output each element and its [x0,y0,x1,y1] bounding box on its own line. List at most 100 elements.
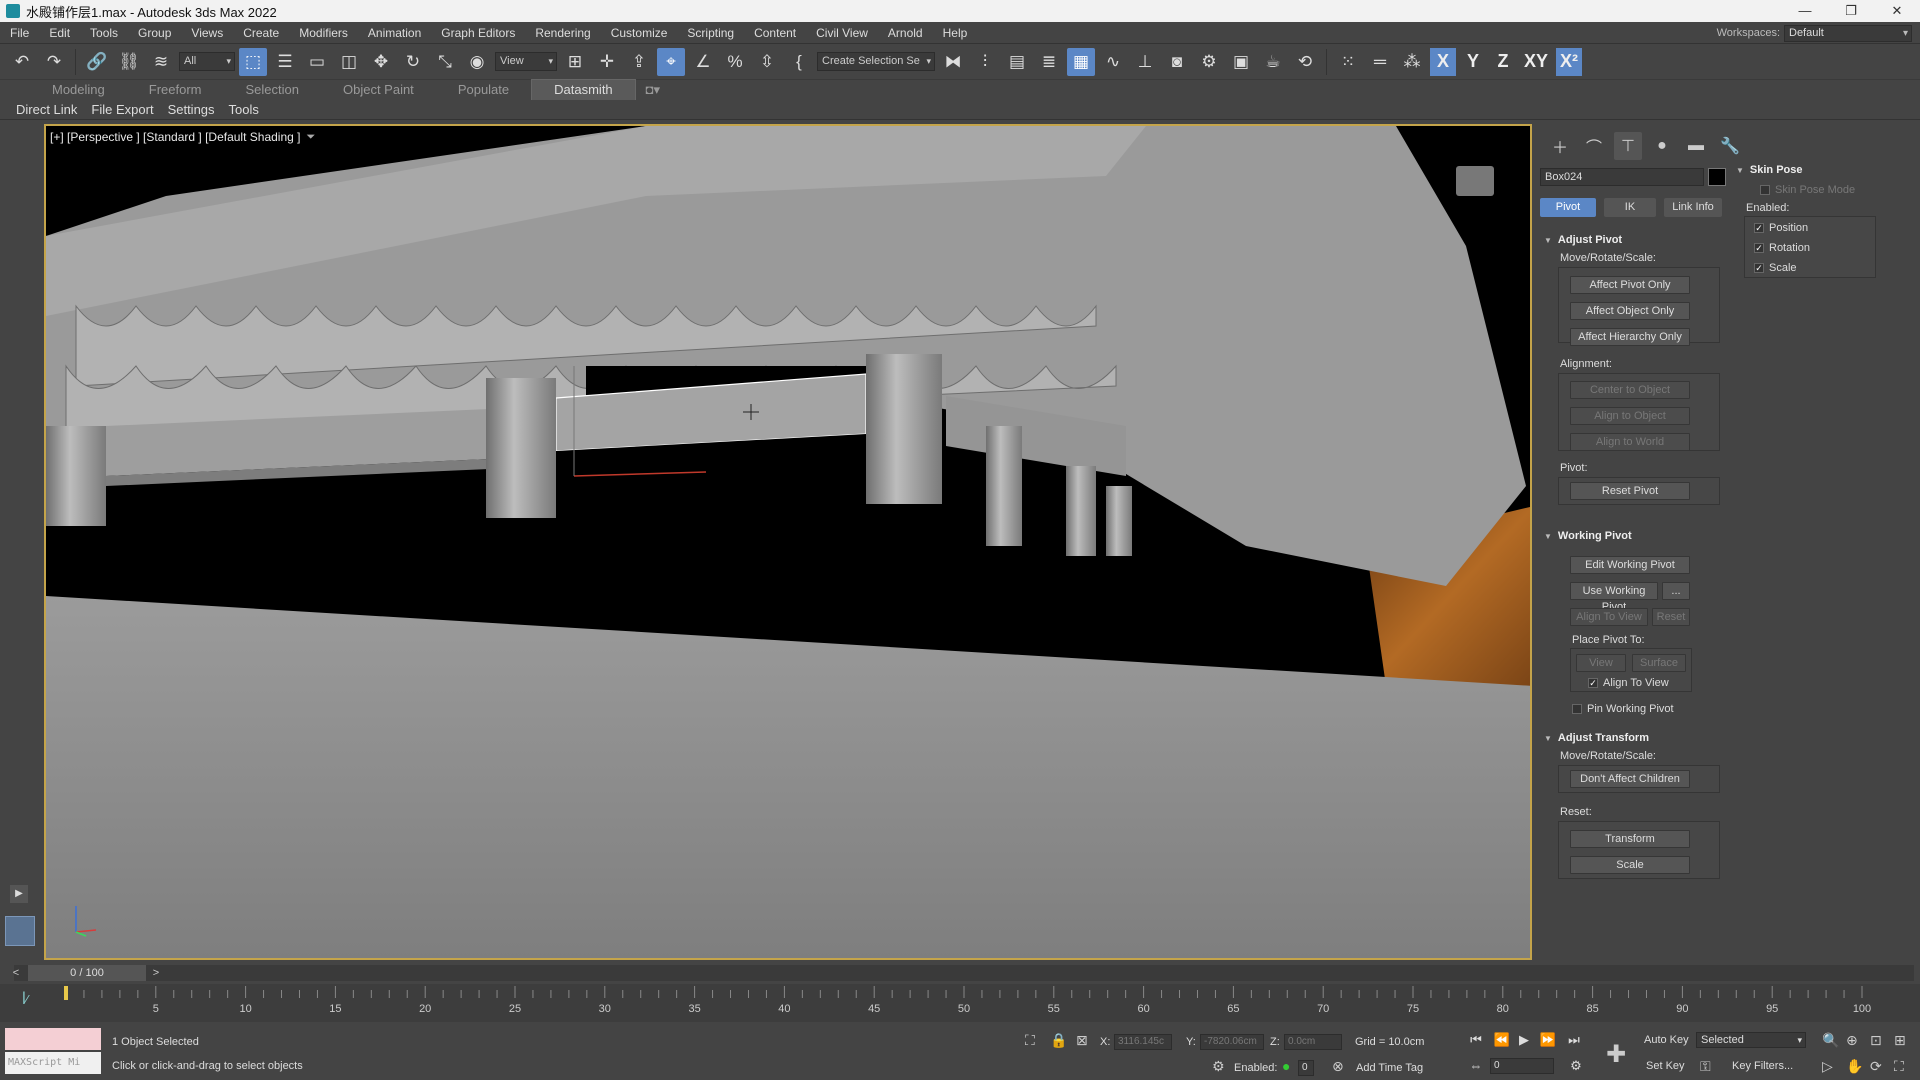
rotate-icon[interactable]: ↻ [399,48,427,76]
menu-civil-view[interactable]: Civil View [806,22,878,44]
x-coord-field[interactable]: 3116.145c [1114,1034,1172,1050]
use-working-pivot-button[interactable]: Use Working Pivot [1570,582,1658,613]
current-frame-field[interactable]: 0 [1490,1058,1554,1074]
measure-icon[interactable]: ═ [1366,48,1394,76]
key-mode-dropdown[interactable]: Selected [1696,1032,1806,1048]
hierarchy-panel-icon[interactable]: ⊤ [1614,132,1642,160]
place-icon[interactable]: ◉ [463,48,491,76]
position-checkbox[interactable]: ✓ Position [1754,222,1808,234]
selection-region-icon[interactable]: ⁙ [1334,48,1362,76]
go-to-end-icon[interactable]: ⏭ [1564,1032,1584,1048]
align-to-world-button[interactable]: Align to World [1570,433,1690,451]
menu-arnold[interactable]: Arnold [878,22,933,44]
viewport-layout-thumbnail[interactable] [5,916,35,946]
previous-frame-icon[interactable]: < [10,965,22,981]
object-color-swatch[interactable] [1708,168,1726,186]
align-to-object-button[interactable]: Align to Object [1570,407,1690,425]
menu-help[interactable]: Help [933,22,978,44]
named-selection-dropdown[interactable]: Create Selection Se [817,52,935,71]
menu-edit[interactable]: Edit [39,22,80,44]
edit-working-pivot-button[interactable]: Edit Working Pivot [1570,556,1690,574]
play-icon[interactable]: ▶ [1514,1032,1534,1048]
rectangular-selection-icon[interactable]: ▭ [303,48,331,76]
render-setup-icon[interactable]: ⚙ [1195,48,1223,76]
modify-panel-icon[interactable]: ⌒ [1580,132,1608,160]
menu-views[interactable]: Views [181,22,233,44]
place-view-button[interactable]: View [1576,654,1626,672]
expand-layout-icon[interactable]: ▶ [10,885,28,903]
menu-create[interactable]: Create [233,22,289,44]
skin-pose-rollout[interactable]: ▼ Skin Pose [1736,164,1803,176]
workspace-dropdown[interactable]: Default [1784,24,1912,42]
zoom-extents-all-icon[interactable]: ⊞ [1894,1032,1906,1049]
datasmith-settings[interactable]: Settings [168,102,215,117]
maxscript-listener[interactable]: MAXScript Mi [5,1028,101,1074]
scene-explorer-icon[interactable]: ▤ [1003,48,1031,76]
menu-group[interactable]: Group [128,22,181,44]
menu-customize[interactable]: Customize [601,22,678,44]
dont-affect-children-button[interactable]: Don't Affect Children [1570,770,1690,788]
create-panel-icon[interactable]: ＋ [1546,132,1574,160]
scale-checkbox[interactable]: ✓ Scale [1754,262,1797,274]
zoom-extents-icon[interactable]: ⊡ [1870,1032,1882,1049]
bind-space-warp-icon[interactable]: ≋ [147,48,175,76]
menu-graph-editors[interactable]: Graph Editors [431,22,525,44]
align-to-view-checkbox[interactable]: ✓ Align To View [1588,677,1669,689]
selection-lock-icon[interactable]: 🔒 [1050,1032,1067,1049]
scale-icon[interactable]: ⤡ [431,48,459,76]
angle-snap-icon[interactable]: ∠ [689,48,717,76]
align-icon[interactable]: ⫶ [971,48,999,76]
tab-modeling[interactable]: Modeling [30,80,127,100]
maximize-viewport-icon[interactable]: ⛶ [1894,1058,1904,1075]
key-mode-icon[interactable]: ⇔ [1466,1058,1486,1073]
schematic-view-icon[interactable]: ⊥ [1131,48,1159,76]
track-bar[interactable]: ꟾ∕ 5 10 15 20 25 30 35 40 45 50 55 60 65 70 75 80 85 90 95… [0,984,1920,1022]
checkbox-checked-icon[interactable]: ✓ [1754,263,1764,273]
snaps-toggle-icon[interactable]: ⌖ [657,47,685,76]
adaptive-degradation-icon[interactable]: ⚙ [1212,1058,1225,1075]
viewcube[interactable] [1456,166,1494,196]
undo-icon[interactable]: ↶ [8,48,36,76]
adjust-pivot-rollout[interactable]: ▼ Adjust Pivot [1544,234,1622,246]
spinner-snap-icon[interactable]: ⇳ [753,48,781,76]
maxscript-input[interactable]: MAXScript Mi [5,1052,101,1074]
ik-button[interactable]: IK [1604,198,1656,217]
checkbox-checked-icon[interactable]: ✓ [1588,678,1598,688]
affect-pivot-only-button[interactable]: Affect Pivot Only [1570,276,1690,294]
datasmith-file-export[interactable]: File Export [91,102,153,117]
adjust-transform-rollout[interactable]: ▼ Adjust Transform [1544,732,1649,744]
absolute-mode-icon[interactable]: ⊠ [1076,1032,1088,1049]
key-filter-icon[interactable]: ⚿ [1700,1058,1711,1075]
axis-z-button[interactable]: Z [1490,48,1516,76]
tab-datasmith[interactable]: Datasmith [531,79,636,101]
time-slider[interactable]: < 0 / 100 > [0,962,1920,984]
perspective-viewport[interactable]: [+] [Perspective ] [Standard ] [Default … [44,124,1532,960]
previous-key-icon[interactable]: ⏪ [1492,1032,1512,1048]
reset-scale-button[interactable]: Scale [1570,856,1690,874]
viewport-label[interactable]: [+] [Perspective ] [Standard ] [Default … [50,130,315,144]
skin-pose-mode-checkbox[interactable]: Skin Pose Mode [1760,184,1855,196]
isolate-selection-icon[interactable]: ⛶ [1025,1032,1035,1049]
tab-selection[interactable]: Selection [224,80,321,100]
tab-object-paint[interactable]: Object Paint [321,80,436,100]
align-to-view-button[interactable]: Align To View [1570,608,1648,626]
axis-constraint-button[interactable]: X² [1556,47,1582,76]
link-icon[interactable]: 🔗 [83,48,111,76]
menu-animation[interactable]: Animation [358,22,431,44]
pin-working-pivot-checkbox[interactable]: Pin Working Pivot [1572,703,1674,715]
time-slider-track[interactable] [14,965,1914,981]
edit-named-selection-icon[interactable]: { [785,48,813,76]
menu-rendering[interactable]: Rendering [525,22,600,44]
datasmith-direct-link[interactable]: Direct Link [16,102,77,117]
render-iterative-icon[interactable]: ⟲ [1291,48,1319,76]
menu-scripting[interactable]: Scripting [677,22,744,44]
percent-snap-icon[interactable]: % [721,48,749,76]
window-crossing-icon[interactable]: ◫ [335,48,363,76]
ribbon-toggle-icon[interactable]: ▦ [1067,47,1095,76]
viewport-label-text[interactable]: [+] [Perspective ] [Standard ] [Default … [50,130,300,144]
display-panel-icon[interactable]: ▬ [1682,132,1710,160]
redo-icon[interactable]: ↷ [40,48,68,76]
maxscript-output[interactable] [5,1028,101,1050]
motion-panel-icon[interactable]: ● [1648,132,1676,160]
link-info-button[interactable]: Link Info [1664,198,1722,217]
